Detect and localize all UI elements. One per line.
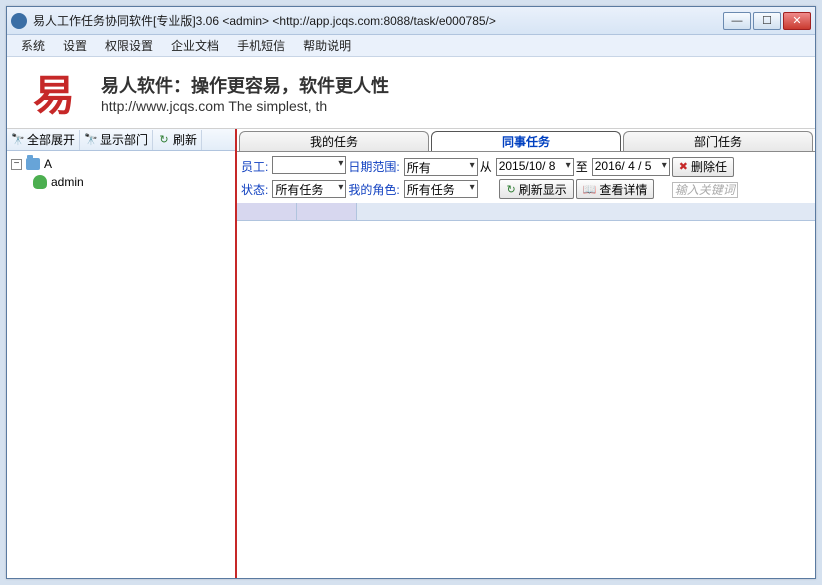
employee-label: 员工: (241, 156, 270, 177)
from-label: 从 (480, 156, 494, 177)
collapse-icon[interactable]: − (11, 159, 22, 170)
grid-header (237, 203, 815, 221)
app-icon (11, 13, 27, 29)
show-dept-label: 显示部门 (100, 131, 148, 148)
menu-permissions[interactable]: 权限设置 (97, 35, 161, 56)
grid-col-1[interactable] (237, 203, 297, 220)
window-buttons: — ☐ ✕ (723, 12, 811, 30)
tab-colleague-tasks[interactable]: 同事任务 (431, 131, 621, 151)
app-window: 易人工作任务协同软件[专业版]3.06 <admin> <http://app.… (6, 6, 816, 579)
to-date-input[interactable]: 2016/ 4 / 5 (592, 158, 670, 176)
org-tree[interactable]: − A admin (7, 151, 235, 578)
date-range-select[interactable]: 所有 (404, 158, 478, 176)
logo: 易 (13, 63, 95, 123)
grid-col-2[interactable] (297, 203, 357, 220)
menubar: 系统 设置 权限设置 企业文档 手机短信 帮助说明 (7, 35, 815, 57)
maximize-button[interactable]: ☐ (753, 12, 781, 30)
minimize-button[interactable]: — (723, 12, 751, 30)
filter-bar: 员工: 日期范围: 所有 从 2015/10/ 8 至 2016/ 4 / 5 … (237, 151, 815, 203)
slogan-line1: 易人软件：操作更容易，软件更人性 (101, 72, 389, 98)
tree-root-row[interactable]: − A (9, 155, 233, 173)
my-role-select[interactable]: 所有任务 (404, 180, 478, 198)
tab-dept-tasks[interactable]: 部门任务 (623, 131, 813, 151)
left-pane: 🔭 全部展开 🔭 显示部门 ↻ 刷新 − (7, 129, 237, 578)
refresh-icon: ↻ (157, 133, 171, 147)
tree-root-label: A (44, 157, 52, 171)
expand-all-button[interactable]: 🔭 全部展开 (7, 130, 80, 150)
delete-task-button[interactable]: ✖ 删除任 (672, 157, 734, 177)
tree-child-row[interactable]: admin (9, 173, 233, 191)
binoculars-icon: 🔭 (11, 133, 25, 147)
close-button[interactable]: ✕ (783, 12, 811, 30)
content-area: 易 易人软件：操作更容易，软件更人性 http://www.jcqs.com T… (7, 57, 815, 578)
employee-select[interactable] (272, 156, 346, 174)
refresh-tree-label: 刷新 (173, 131, 197, 148)
view-detail-button[interactable]: 📖 查看详情 (576, 179, 655, 199)
menu-settings[interactable]: 设置 (55, 35, 95, 56)
refresh-tree-button[interactable]: ↻ 刷新 (153, 130, 202, 150)
search-input[interactable]: 输入关键词 (672, 182, 738, 198)
delete-icon: ✖ (679, 160, 688, 173)
window-title: 易人工作任务协同软件[专业版]3.06 <admin> <http://app.… (33, 12, 723, 29)
right-pane: 我的任务 同事任务 部门任务 员工: 日期范围: 所有 从 2015/10/ 8 (237, 129, 815, 578)
slogan: 易人软件：操作更容易，软件更人性 http://www.jcqs.com The… (101, 72, 389, 114)
menu-help[interactable]: 帮助说明 (295, 35, 359, 56)
book-icon: 📖 (583, 183, 597, 196)
banner: 易 易人软件：操作更容易，软件更人性 http://www.jcqs.com T… (7, 57, 815, 129)
date-range-label: 日期范围: (348, 156, 401, 177)
tree-child-label: admin (51, 175, 84, 189)
refresh-display-button[interactable]: ↻ 刷新显示 (499, 179, 573, 199)
expand-all-label: 全部展开 (27, 131, 75, 148)
show-dept-button[interactable]: 🔭 显示部门 (80, 130, 153, 150)
tab-my-tasks[interactable]: 我的任务 (239, 131, 429, 151)
menu-docs[interactable]: 企业文档 (163, 35, 227, 56)
middle-split: 🔭 全部展开 🔭 显示部门 ↻ 刷新 − (7, 129, 815, 578)
menu-system[interactable]: 系统 (13, 35, 53, 56)
to-label: 至 (576, 156, 590, 177)
user-icon (33, 175, 47, 189)
menu-sms[interactable]: 手机短信 (229, 35, 293, 56)
titlebar: 易人工作任务协同软件[专业版]3.06 <admin> <http://app.… (7, 7, 815, 35)
grid-body[interactable] (237, 221, 815, 578)
binoculars-icon: 🔭 (84, 133, 98, 147)
status-select[interactable]: 所有任务 (272, 180, 346, 198)
refresh-icon: ↻ (506, 183, 515, 196)
from-date-input[interactable]: 2015/10/ 8 (496, 158, 574, 176)
slogan-line2: http://www.jcqs.com The simplest, th (101, 98, 389, 114)
left-toolbar: 🔭 全部展开 🔭 显示部门 ↻ 刷新 (7, 129, 235, 151)
folder-icon (26, 158, 40, 170)
my-role-label: 我的角色: (348, 179, 401, 199)
task-tabs: 我的任务 同事任务 部门任务 (237, 129, 815, 151)
status-label: 状态: (241, 179, 270, 199)
